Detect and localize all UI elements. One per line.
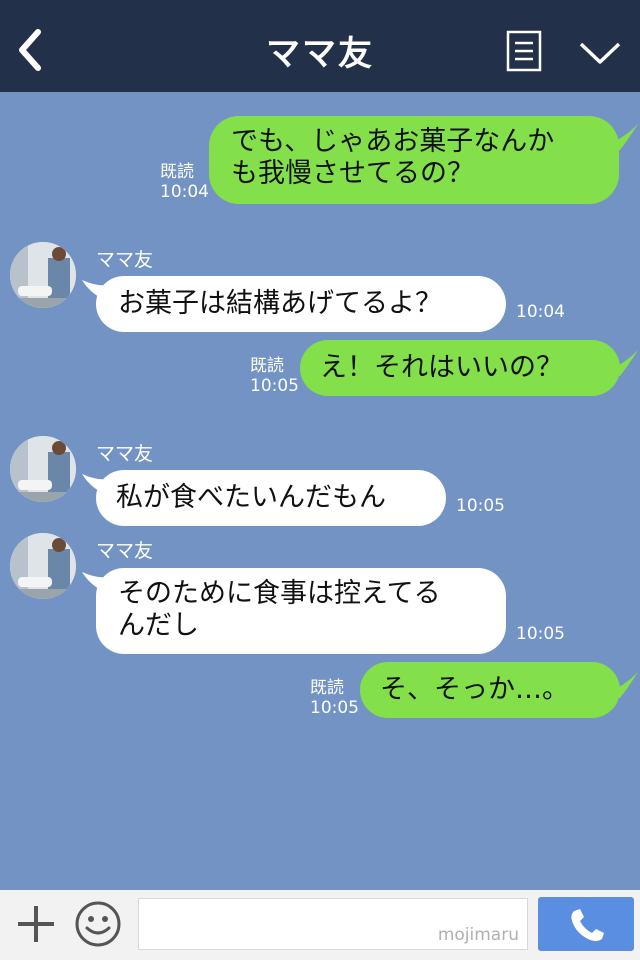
sender-name: ママ友 <box>96 249 154 271</box>
message-text-line: 私が食べたいんだもん <box>116 482 386 513</box>
phone-icon <box>571 909 604 941</box>
sender-name: ママ友 <box>96 540 154 562</box>
read-receipt: 既読 <box>160 162 194 182</box>
notes-icon[interactable] <box>506 30 542 72</box>
avatar[interactable] <box>10 242 76 308</box>
avatar-photo <box>10 242 76 308</box>
plus-icon[interactable] <box>14 902 58 946</box>
message-text-line: んだし <box>118 610 199 641</box>
timestamp: 10:05 <box>310 698 359 718</box>
watermark: mojimaru <box>437 925 519 945</box>
input-bar: mojimaru <box>0 890 640 960</box>
message-bubble-received[interactable]: 私が食べたいんだもん <box>96 470 446 526</box>
message-meta: 既読 10:05 <box>310 678 359 718</box>
avatar[interactable] <box>10 533 76 599</box>
message-text-line: え！それはいいの？ <box>320 352 563 383</box>
avatar-photo <box>10 436 76 502</box>
timestamp: 10:05 <box>250 376 299 396</box>
chat-area[interactable]: 既読 10:04 でも、じゃあお菓子なんか も我慢させてるの？ ママ友 お菓子は… <box>0 92 640 890</box>
message-bubble-sent[interactable]: そ、そっか…。 <box>360 662 620 718</box>
message-text-line: でも、じゃあお菓子なんか <box>231 126 555 157</box>
message-input[interactable]: mojimaru <box>138 898 528 950</box>
timestamp: 10:04 <box>516 302 565 322</box>
message-text-line: そ、そっか…。 <box>380 674 569 705</box>
message-text-line: お菓子は結構あげてるよ？ <box>118 288 442 319</box>
read-receipt: 既読 <box>310 678 344 698</box>
message-meta: 既読 10:04 <box>160 162 209 202</box>
message-meta: 既読 10:05 <box>250 356 299 396</box>
chevron-down-icon[interactable] <box>578 38 622 68</box>
avatar[interactable] <box>10 436 76 502</box>
message-text-line: そのために食事は控えてる <box>118 578 441 609</box>
read-receipt: 既読 <box>250 356 284 376</box>
timestamp: 10:04 <box>160 182 209 202</box>
message-bubble-sent[interactable]: でも、じゃあお菓子なんか も我慢させてるの？ <box>209 116 619 204</box>
message-text-line: も我慢させてるの？ <box>231 158 474 189</box>
call-button[interactable] <box>538 897 634 951</box>
message-bubble-sent[interactable]: え！それはいいの？ <box>300 340 620 396</box>
sender-name: ママ友 <box>96 443 154 465</box>
timestamp: 10:05 <box>516 624 565 644</box>
smiley-icon[interactable] <box>74 900 122 948</box>
message-bubble-received[interactable]: お菓子は結構あげてるよ？ <box>96 276 506 332</box>
message-bubble-received[interactable]: そのために食事は控えてる んだし <box>96 568 506 654</box>
avatar-photo <box>10 533 76 599</box>
timestamp: 10:05 <box>456 496 505 516</box>
chat-title: ママ友 <box>266 34 374 74</box>
chat-header: ママ友 <box>0 0 640 92</box>
